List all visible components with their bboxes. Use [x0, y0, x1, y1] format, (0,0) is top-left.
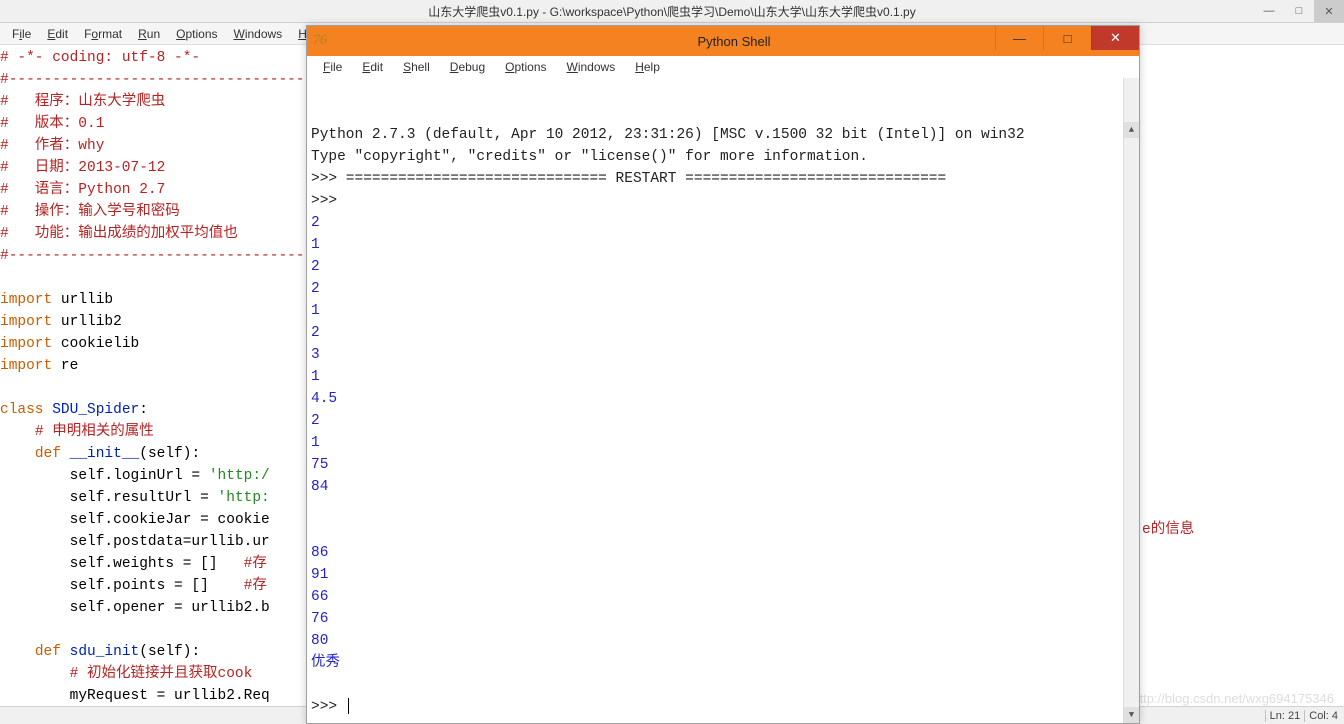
main-menu-file[interactable]: File [4, 25, 39, 43]
main-menu-run[interactable]: Run [130, 25, 168, 43]
shell-icon: 76 [313, 33, 329, 49]
shell-output-value: 1 [311, 366, 1135, 388]
shell-output-value: 2 [311, 256, 1135, 278]
scroll-down-icon[interactable]: ▼ [1124, 707, 1139, 723]
shell-output-value: 2 [311, 278, 1135, 300]
shell-menu-help[interactable]: Help [625, 58, 670, 76]
shell-output-value: 91 [311, 564, 1135, 586]
shell-prompt: >>> [311, 696, 1135, 718]
shell-header: Type "copyright", "credits" or "license(… [311, 146, 1135, 168]
shell-header: Python 2.7.3 (default, Apr 10 2012, 23:3… [311, 124, 1135, 146]
shell-output-value: 84 [311, 476, 1135, 498]
shell-output-value: 2 [311, 212, 1135, 234]
shell-scrollbar[interactable]: ▲ ▼ [1123, 78, 1139, 723]
shell-titlebar[interactable]: 76 Python Shell — □ ✕ [307, 26, 1139, 56]
shell-minimize-button[interactable]: — [995, 26, 1043, 50]
bg-code-fragment: e的信息 [1142, 517, 1194, 538]
shell-output-value: 66 [311, 586, 1135, 608]
main-menu-edit[interactable]: Edit [39, 25, 76, 43]
python-shell-window: 76 Python Shell — □ ✕ FileEditShellDebug… [306, 25, 1140, 724]
status-line: Ln: 21 [1265, 710, 1305, 722]
shell-menu-debug[interactable]: Debug [440, 58, 495, 76]
shell-close-button[interactable]: ✕ [1091, 26, 1139, 50]
shell-output-value [311, 520, 1135, 542]
shell-output-value [311, 674, 1135, 696]
shell-output-value: 80 [311, 630, 1135, 652]
shell-output-value: 2 [311, 322, 1135, 344]
shell-menu-windows[interactable]: Windows [557, 58, 626, 76]
shell-menu-options[interactable]: Options [495, 58, 556, 76]
shell-maximize-button[interactable]: □ [1043, 26, 1091, 50]
maximize-button[interactable]: □ [1284, 0, 1314, 22]
close-button[interactable]: ✕ [1314, 0, 1344, 22]
shell-restart: >>> ============================== RESTA… [311, 168, 1135, 190]
main-window-title: 山东大学爬虫v0.1.py - G:\workspace\Python\爬虫学习… [0, 3, 1344, 20]
shell-output-value: 3 [311, 344, 1135, 366]
minimize-button[interactable]: — [1254, 0, 1284, 22]
scroll-up-icon[interactable]: ▲ [1124, 122, 1139, 138]
main-titlebar: 山东大学爬虫v0.1.py - G:\workspace\Python\爬虫学习… [0, 0, 1344, 23]
shell-output-value: 1 [311, 234, 1135, 256]
shell-menubar: FileEditShellDebugOptionsWindowsHelp [307, 56, 1139, 78]
shell-menu-shell[interactable]: Shell [393, 58, 440, 76]
shell-output-value: 2 [311, 410, 1135, 432]
shell-output-value: 优秀 [311, 652, 1135, 674]
shell-output-value: 86 [311, 542, 1135, 564]
shell-menu-file[interactable]: File [313, 58, 352, 76]
main-menu-options[interactable]: Options [168, 25, 225, 43]
shell-output-value: 1 [311, 432, 1135, 454]
shell-controls: — □ ✕ [995, 26, 1139, 50]
main-menu-windows[interactable]: Windows [226, 25, 291, 43]
shell-output-value [311, 498, 1135, 520]
shell-prompt: >>> [311, 190, 1135, 212]
status-col: Col: 4 [1304, 710, 1342, 722]
watermark: http://blog.csdn.net/wxg694175346 [1132, 691, 1334, 706]
shell-output-value: 75 [311, 454, 1135, 476]
shell-output-area[interactable]: Python 2.7.3 (default, Apr 10 2012, 23:3… [307, 78, 1139, 723]
shell-output-value: 4.5 [311, 388, 1135, 410]
main-menu-format[interactable]: Format [76, 25, 130, 43]
cursor [348, 698, 349, 714]
shell-output-value: 76 [311, 608, 1135, 630]
shell-menu-edit[interactable]: Edit [352, 58, 393, 76]
main-window-controls: — □ ✕ [1254, 0, 1344, 22]
shell-output-value: 1 [311, 300, 1135, 322]
